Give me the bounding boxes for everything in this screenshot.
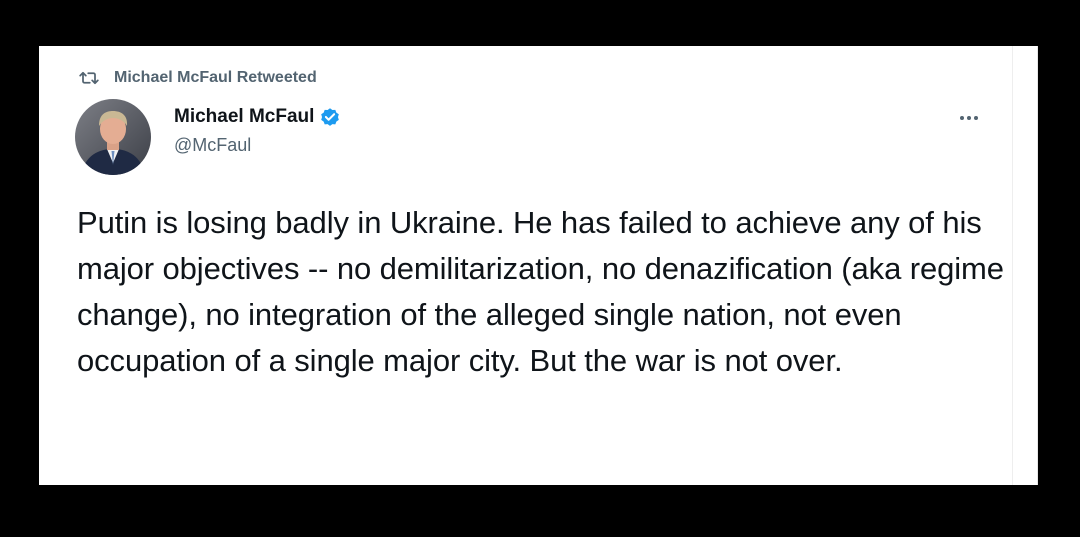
more-options-button[interactable] [949, 106, 989, 130]
retweet-label[interactable]: Michael McFaul Retweeted [114, 69, 317, 87]
author-block: Michael McFaul @McFaul [174, 104, 341, 156]
author-handle[interactable]: @McFaul [174, 135, 341, 156]
tweet-card[interactable]: Michael McFaul Retweeted Michael McFaul [39, 46, 1038, 485]
more-icon [960, 116, 978, 120]
tweet-text: Putin is losing badly in Ukraine. He has… [77, 205, 1004, 378]
avatar-photo [75, 99, 151, 175]
retweet-indicator[interactable]: Michael McFaul Retweeted [79, 68, 317, 88]
verified-badge-icon [321, 108, 340, 126]
avatar[interactable] [75, 99, 151, 175]
divider [1012, 46, 1013, 485]
author-name[interactable]: Michael McFaul [174, 106, 314, 128]
retweet-icon [79, 71, 99, 85]
